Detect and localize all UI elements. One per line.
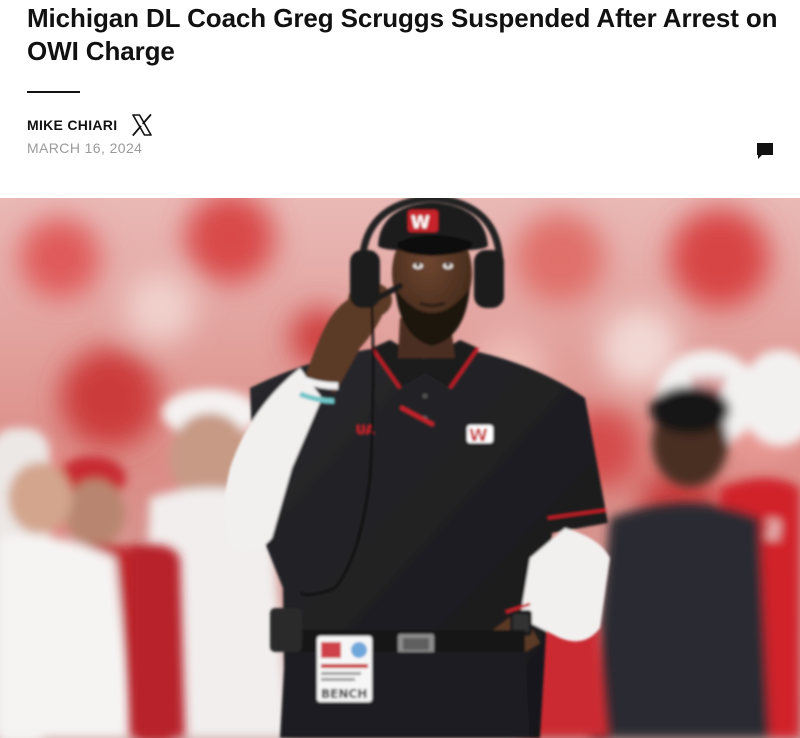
comment-bubble-icon[interactable] [755,141,775,161]
hero-image: W 2 W UA W BENCH [0,198,800,738]
svg-text:W: W [469,426,488,446]
article-headline: Michigan DL Coach Greg Scruggs Suspended… [27,3,778,66]
svg-text:W: W [411,213,430,233]
author-name[interactable]: MIKE CHIARI [27,117,117,133]
article: Michigan DL Coach Greg Scruggs Suspended… [0,0,800,738]
x-logo-icon[interactable] [129,112,155,138]
publish-date: MARCH 16, 2024 [27,140,143,156]
byline: MIKE CHIARI [27,112,155,138]
svg-text:2: 2 [765,516,782,544]
credential-badge-text: BENCH [321,687,367,701]
headline-divider [27,91,80,93]
